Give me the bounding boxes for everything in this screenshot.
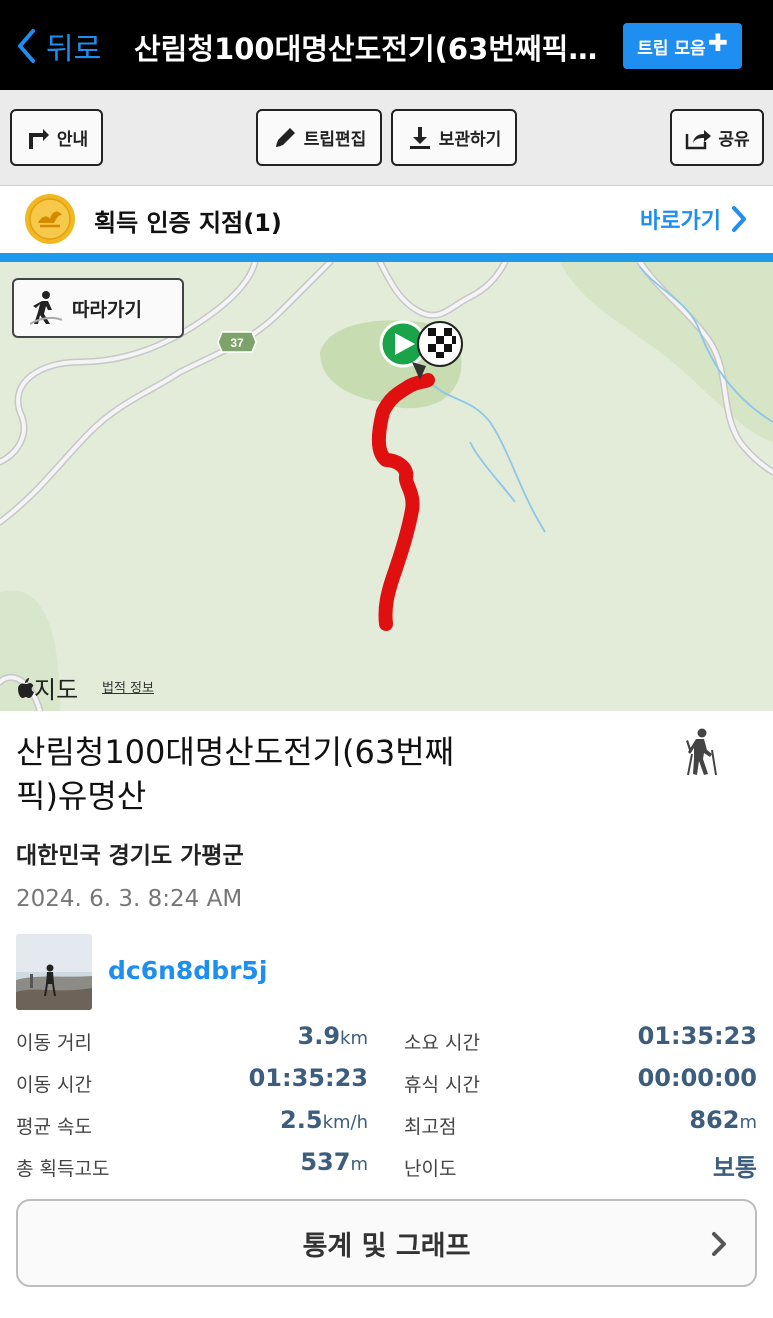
map-provider-label: 지도 xyxy=(34,676,79,704)
road-shield-icon: 37 xyxy=(217,331,257,353)
apple-logo-icon xyxy=(18,677,34,698)
max-elevation-number: 862 xyxy=(689,1106,740,1134)
distance-value: 3.9km xyxy=(200,1022,368,1050)
avg-speed-label: 평균 속도 xyxy=(16,1116,92,1138)
svg-text:37: 37 xyxy=(230,336,244,350)
distance-label: 이동 거리 xyxy=(16,1032,92,1054)
trip-name: 산림청100대명산도전기(63번째픽)유명산 xyxy=(16,733,455,815)
rest-time-label: 휴식 시간 xyxy=(404,1074,480,1096)
page-title: 산림청100대명산도전기(63번째픽)유명산 xyxy=(134,32,604,66)
finish-flag-icon xyxy=(417,321,463,367)
max-elevation-label: 최고점 xyxy=(404,1116,457,1138)
trip-datetime: 2024. 6. 3. 8:24 AM xyxy=(16,886,243,912)
goto-link[interactable]: 바로가기 xyxy=(640,203,747,235)
avatar-photo xyxy=(16,934,92,1010)
username-link[interactable]: dc6n8dbr5j xyxy=(108,956,267,985)
total-gain-number: 537 xyxy=(300,1148,351,1176)
difficulty-label: 난이도 xyxy=(404,1158,457,1180)
follow-label: 따라가기 xyxy=(72,298,142,321)
total-gain-unit: m xyxy=(350,1154,368,1175)
edit-trip-button[interactable]: 트립편집 xyxy=(256,109,382,166)
chevron-right-icon xyxy=(712,1232,726,1256)
trip-collection-label: 트립 모음 xyxy=(637,38,706,59)
follow-button[interactable]: 따라가기 xyxy=(12,278,184,338)
stats-graph-label: 통계 및 그래프 xyxy=(302,1230,471,1262)
chevron-left-icon xyxy=(18,29,35,63)
legal-info-link[interactable]: 법적 정보 xyxy=(102,677,154,696)
stats-graph-button[interactable]: 통계 및 그래프 xyxy=(16,1199,757,1287)
distance-unit: km xyxy=(340,1028,368,1049)
back-label: 뒤로 xyxy=(46,32,102,67)
top-header: 뒤로 산림청100대명산도전기(63번째픽)유명산 트립 모음 ✚ xyxy=(0,0,773,90)
avg-speed-value: 2.5km/h xyxy=(200,1106,368,1134)
total-gain-value: 537m xyxy=(200,1148,368,1176)
edit-label: 트립편집 xyxy=(303,130,367,150)
distance-number: 3.9 xyxy=(297,1022,341,1050)
trip-collection-button[interactable]: 트립 모음 ✚ xyxy=(623,23,742,69)
chevron-right-icon xyxy=(731,206,746,232)
duration-value: 01:35:23 xyxy=(637,1022,757,1050)
share-button[interactable]: 공유 xyxy=(670,109,764,166)
action-toolbar: 안내 트립편집 보관하기 공유 xyxy=(0,90,773,186)
moving-time-label: 이동 시간 xyxy=(16,1074,92,1096)
trip-track xyxy=(371,373,435,631)
save-trip-button[interactable]: 보관하기 xyxy=(391,109,517,166)
difficulty-value: 보통 xyxy=(712,1154,757,1182)
share-icon xyxy=(686,129,712,149)
guide-button[interactable]: 안내 xyxy=(10,109,103,166)
avg-speed-unit: km/h xyxy=(322,1112,368,1133)
avatar[interactable] xyxy=(16,934,92,1010)
guide-label: 안내 xyxy=(56,130,89,150)
hiking-icon xyxy=(686,728,717,776)
save-label: 보관하기 xyxy=(438,130,502,150)
certification-label: 획득 인증 지점(1) xyxy=(94,209,282,237)
share-label: 공유 xyxy=(718,130,750,150)
divider-stripe xyxy=(0,253,773,262)
duration-label: 소요 시간 xyxy=(404,1032,480,1054)
medal-icon xyxy=(25,194,75,244)
plus-icon: ✚ xyxy=(707,29,728,57)
moving-time-value: 01:35:23 xyxy=(248,1064,368,1092)
pencil-icon xyxy=(275,127,295,147)
back-button[interactable]: 뒤로 xyxy=(16,24,101,68)
goto-label: 바로가기 xyxy=(640,209,721,234)
map-provider-logo: 지도 xyxy=(18,670,78,705)
rest-time-value: 00:00:00 xyxy=(637,1064,757,1092)
walking-person-icon xyxy=(30,291,62,325)
turn-sign-icon xyxy=(28,128,49,149)
total-gain-label: 총 획득고도 xyxy=(16,1158,110,1180)
avg-speed-number: 2.5 xyxy=(280,1106,323,1134)
max-elevation-unit: m xyxy=(739,1112,757,1133)
trip-location: 대한민국 경기도 가평군 xyxy=(16,843,244,869)
download-icon xyxy=(409,126,430,149)
max-elevation-value: 862m xyxy=(590,1106,757,1134)
